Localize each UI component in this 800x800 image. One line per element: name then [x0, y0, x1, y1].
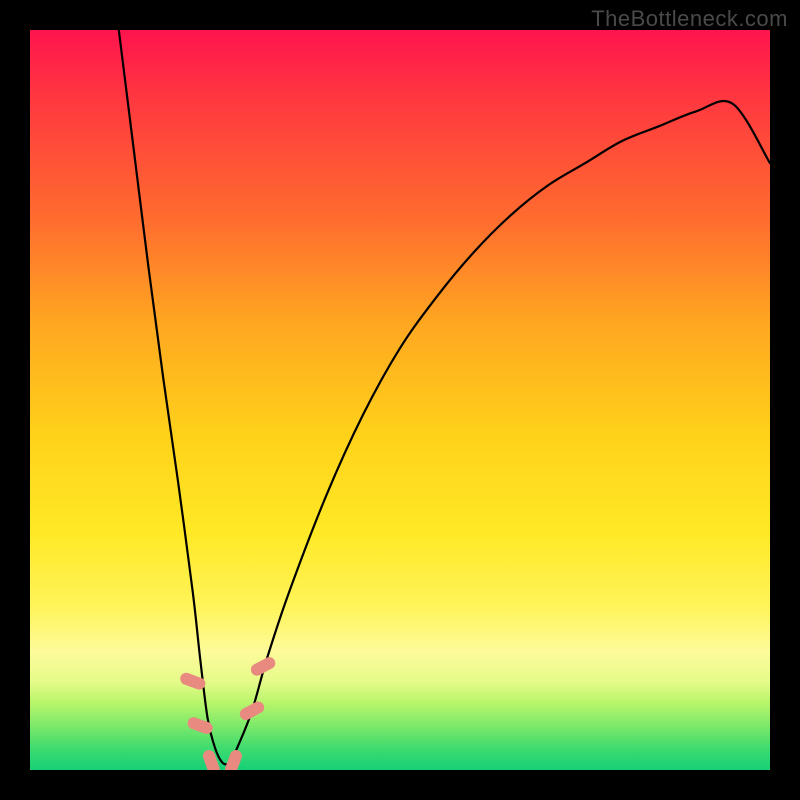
curve-markers: [179, 655, 278, 770]
curve-marker: [238, 699, 267, 722]
attribution-text: TheBottleneck.com: [591, 6, 788, 32]
curve-marker: [201, 748, 221, 770]
bottleneck-curve: [119, 30, 770, 764]
chart-svg: [30, 30, 770, 770]
curve-marker: [223, 748, 243, 770]
chart-plot-area: [30, 30, 770, 770]
curve-marker: [186, 716, 215, 736]
